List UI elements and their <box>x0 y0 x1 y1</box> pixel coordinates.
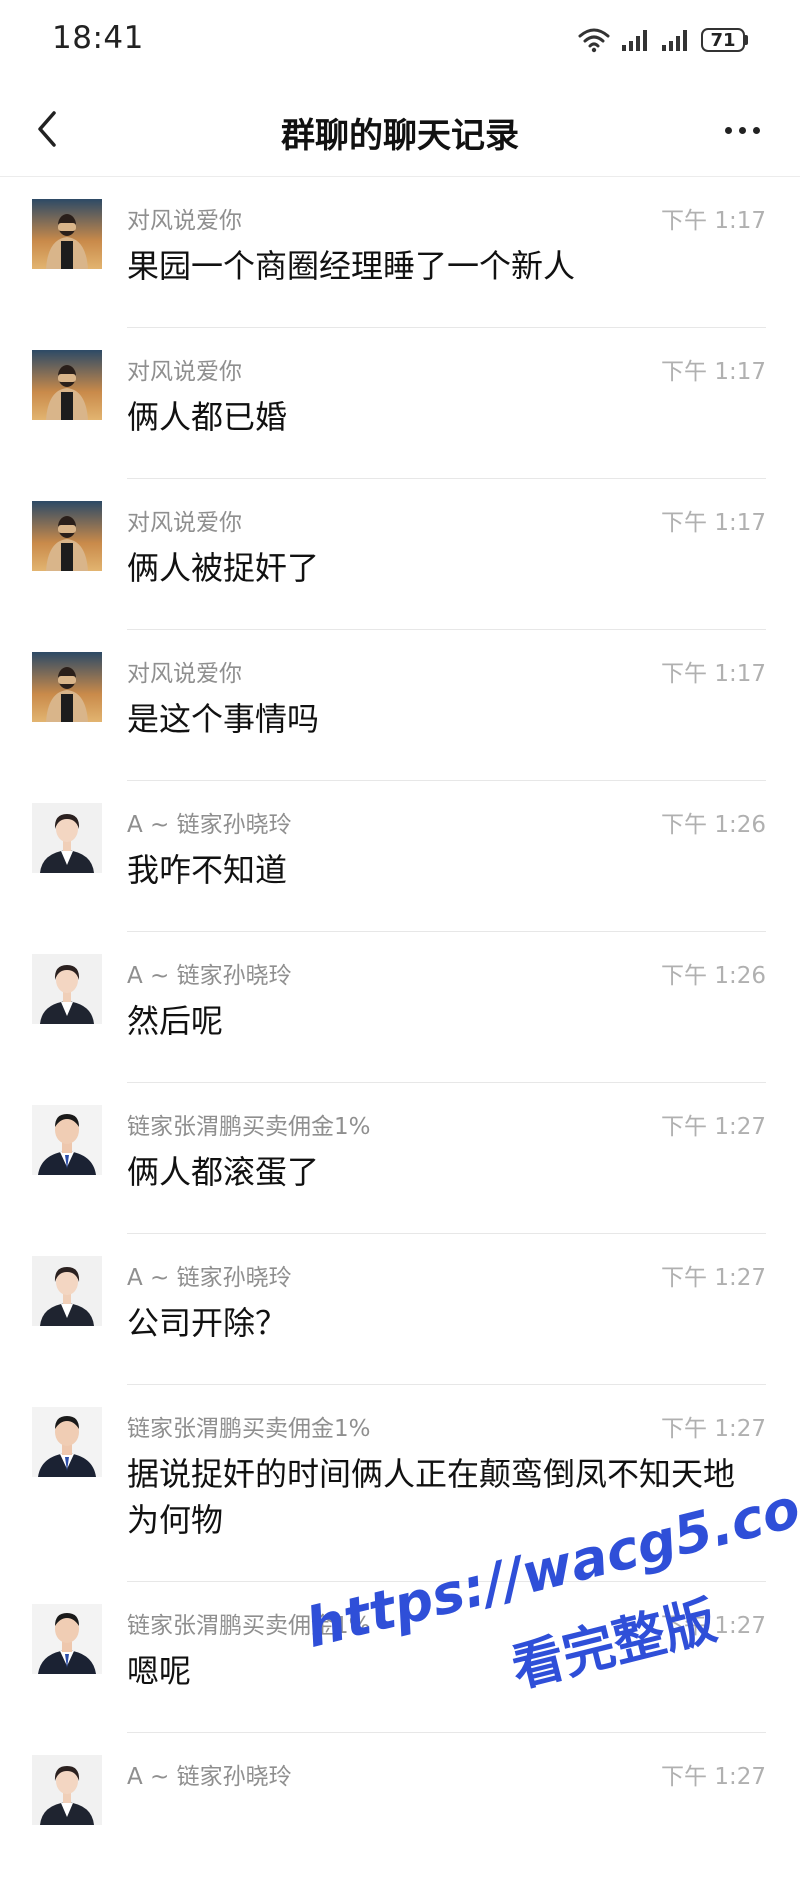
wifi-icon <box>578 28 610 53</box>
avatar-woman-suit-icon <box>32 1256 102 1326</box>
avatar[interactable] <box>32 350 102 420</box>
message-text: 俩人都已婚 <box>127 398 288 436</box>
message-time: 下午 1:26 <box>661 812 766 838</box>
status-icons: 71 <box>577 24 748 56</box>
message-text: 是这个事情吗 <box>127 700 320 738</box>
avatar[interactable] <box>32 652 102 722</box>
avatar[interactable] <box>32 803 102 873</box>
avatar[interactable] <box>32 199 102 269</box>
sender-name: 链家张渭鹏买卖佣金1% <box>127 1114 371 1140</box>
message-item[interactable]: 链家张渭鹏买卖佣金1% 下午 1:27 俩人都滚蛋了 <box>0 1083 800 1234</box>
battery-level: 71 <box>701 28 745 52</box>
sender-name: 对风说爱你 <box>127 510 242 536</box>
signal-icon <box>662 30 687 51</box>
message-list[interactable]: 对风说爱你 下午 1:17 果园一个商圈经理睡了一个新人 对风说爱你 下午 1:… <box>0 177 800 1884</box>
sender-name: A ~ 链家孙晓玲 <box>127 1764 292 1790</box>
avatar-woman-suit-icon <box>32 954 102 1024</box>
message-item[interactable]: 对风说爱你 下午 1:17 俩人被捉奸了 <box>0 479 800 630</box>
message-time: 下午 1:27 <box>661 1613 766 1639</box>
avatar-man-sunset-icon <box>32 350 102 420</box>
message-item[interactable]: 对风说爱你 下午 1:17 果园一个商圈经理睡了一个新人 <box>0 177 800 328</box>
message-time: 下午 1:17 <box>661 359 766 385</box>
avatar[interactable] <box>32 1604 102 1674</box>
more-dot <box>738 126 746 134</box>
avatar-man-suit-icon <box>32 1604 102 1674</box>
battery-icon: 71 <box>701 28 748 52</box>
message-time: 下午 1:27 <box>661 1764 766 1790</box>
avatar[interactable] <box>32 954 102 1024</box>
avatar-man-sunset-icon <box>32 501 102 571</box>
signal-icon <box>622 30 647 51</box>
message-time: 下午 1:27 <box>661 1416 766 1442</box>
sender-name: 对风说爱你 <box>127 208 242 234</box>
avatar[interactable] <box>32 1755 102 1825</box>
avatar[interactable] <box>32 1407 102 1477</box>
message-item[interactable]: A ~ 链家孙晓玲 下午 1:26 我咋不知道 <box>0 781 800 932</box>
message-item[interactable]: A ~ 链家孙晓玲 下午 1:27 公司开除？ <box>0 1234 800 1385</box>
avatar-woman-suit-icon <box>32 1755 102 1825</box>
avatar[interactable] <box>32 501 102 571</box>
avatar-man-sunset-icon <box>32 199 102 269</box>
more-button[interactable] <box>714 110 770 150</box>
avatar-man-suit-icon <box>32 1105 102 1175</box>
message-text: 然后呢 <box>127 1002 224 1040</box>
more-dot <box>752 126 760 134</box>
sender-name: A ~ 链家孙晓玲 <box>127 963 292 989</box>
message-text: 据说捉奸的时间俩人正在颠鸾倒凤不知天地为何物 <box>127 1455 736 1539</box>
more-dots-icon <box>724 126 732 134</box>
message-text: 公司开除？ <box>127 1304 288 1342</box>
sender-name: A ~ 链家孙晓玲 <box>127 812 292 838</box>
sender-name: 链家张渭鹏买卖佣金1% <box>127 1416 371 1442</box>
message-text: 俩人都滚蛋了 <box>127 1153 320 1191</box>
avatar-woman-suit-icon <box>32 803 102 873</box>
message-item[interactable]: 对风说爱你 下午 1:17 是这个事情吗 <box>0 630 800 781</box>
message-time: 下午 1:27 <box>661 1265 766 1291</box>
sender-name: 链家张渭鹏买卖佣金1% <box>127 1613 371 1639</box>
message-item[interactable]: A ~ 链家孙晓玲 下午 1:27 <box>0 1733 800 1884</box>
message-item[interactable]: A ~ 链家孙晓玲 下午 1:26 然后呢 <box>0 932 800 1083</box>
message-time: 下午 1:17 <box>661 661 766 687</box>
message-text: 我咋不知道 <box>127 851 288 889</box>
page-title: 群聊的聊天记录 <box>281 116 519 156</box>
message-time: 下午 1:17 <box>661 510 766 536</box>
message-time: 下午 1:27 <box>661 1114 766 1140</box>
message-text: 嗯呢 <box>127 1652 192 1690</box>
message-item[interactable]: 链家张渭鹏买卖佣金1% 下午 1:27 嗯呢 <box>0 1582 800 1733</box>
message-time: 下午 1:17 <box>661 208 766 234</box>
message-text: 俩人被捉奸了 <box>127 549 320 587</box>
avatar[interactable] <box>32 1256 102 1326</box>
sender-name: 对风说爱你 <box>127 359 242 385</box>
message-item[interactable]: 链家张渭鹏买卖佣金1% 下午 1:27 据说捉奸的时间俩人正在颠鸾倒凤不知天地为… <box>0 1385 800 1582</box>
nav-bar: 群聊的聊天记录 <box>0 84 800 177</box>
sender-name: A ~ 链家孙晓玲 <box>127 1265 292 1291</box>
status-bar: 18:41 71 <box>0 0 800 84</box>
message-time: 下午 1:26 <box>661 963 766 989</box>
sender-name: 对风说爱你 <box>127 661 242 687</box>
avatar-man-sunset-icon <box>32 652 102 722</box>
avatar-man-suit-icon <box>32 1407 102 1477</box>
message-text: 果园一个商圈经理睡了一个新人 <box>127 247 576 285</box>
avatar[interactable] <box>32 1105 102 1175</box>
message-item[interactable]: 对风说爱你 下午 1:17 俩人都已婚 <box>0 328 800 479</box>
status-time: 18:41 <box>52 20 144 56</box>
